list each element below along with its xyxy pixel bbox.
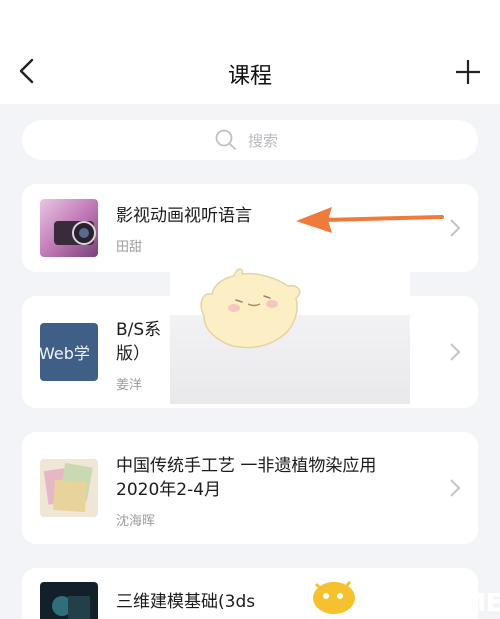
course-title: 中国传统手工艺 一非遗植物染应用: [116, 456, 377, 476]
course-teacher: 沈海晖: [116, 514, 156, 529]
course-title-line2: 版）: [116, 344, 150, 364]
chevron-right-icon: [450, 219, 461, 237]
search-placeholder: 搜索: [248, 132, 279, 150]
app-header: 课程: [0, 0, 500, 104]
course-card[interactable]: 中国传统手工艺 一非遗植物染应用 2020年2-4月 沈海晖: [22, 432, 478, 544]
course-title-line2: 2020年2-4月: [116, 480, 222, 500]
chevron-right-icon: [450, 479, 461, 497]
annotation-arrow-icon: [296, 207, 444, 233]
add-course-button[interactable]: [454, 58, 482, 86]
watermark-text: 3DMGAME: [361, 588, 500, 617]
course-thumbnail: [40, 199, 98, 257]
course-thumbnail: [40, 582, 98, 619]
course-thumbnail: [40, 459, 98, 517]
course-teacher: 田甜: [116, 240, 143, 255]
course-teacher: 姜洋: [116, 378, 143, 393]
page-title: 课程: [227, 64, 272, 89]
chevron-right-icon: [450, 343, 461, 361]
mascot-icon: [200, 268, 301, 349]
course-title: 影视动画视听语言: [116, 206, 252, 226]
search-icon: [215, 129, 236, 150]
course-thumbnail: Web学: [40, 323, 98, 381]
search-bar[interactable]: 搜索: [22, 120, 478, 160]
plus-icon: [456, 60, 480, 84]
course-title: B/S系: [116, 320, 162, 340]
course-title: 三维建模基础(3ds: [116, 592, 256, 612]
thumbnail-text: Web学: [40, 344, 90, 363]
loading-overlay: [170, 268, 410, 404]
watermark-logo-icon: [311, 580, 357, 616]
